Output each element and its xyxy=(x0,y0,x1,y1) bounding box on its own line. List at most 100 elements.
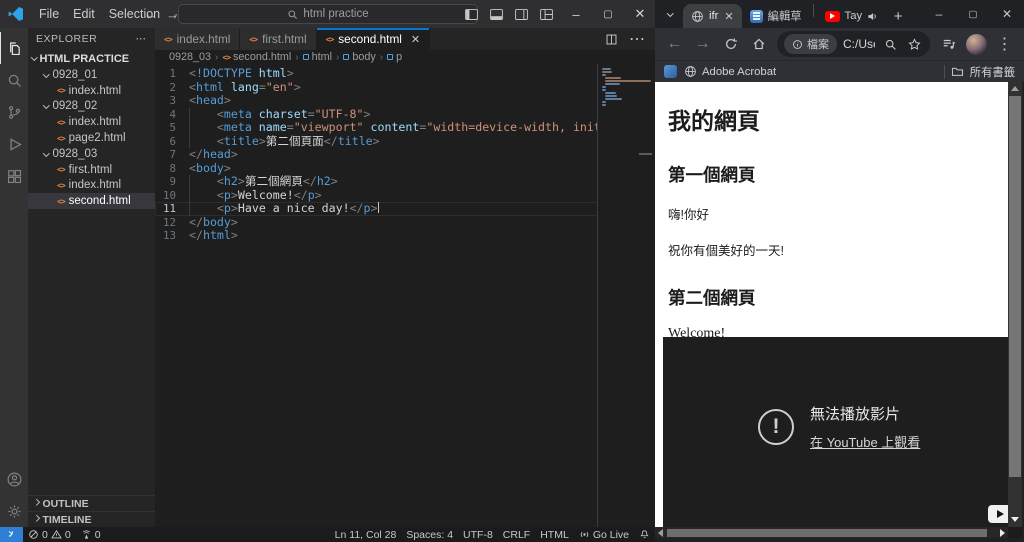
minimap[interactable] xyxy=(597,64,655,527)
explorer-item-index.html[interactable]: <> index.html xyxy=(28,178,155,194)
vscode-maximize-button[interactable]: ▢ xyxy=(593,0,623,28)
remote-indicator[interactable] xyxy=(0,527,23,542)
code-line-13[interactable]: 13 </html> xyxy=(155,228,655,243)
scroll-down-arrow[interactable] xyxy=(1011,517,1019,522)
code-line-8[interactable]: 8 <body> xyxy=(155,161,655,176)
horizontal-scrollbar-thumb[interactable] xyxy=(667,528,987,537)
explorer-item-index.html[interactable]: <> index.html xyxy=(28,83,155,99)
status-crlf[interactable]: CRLF xyxy=(498,527,535,542)
sidebar-section-outline[interactable]: OUTLINE xyxy=(28,495,155,511)
activity-source-control-icon[interactable] xyxy=(0,96,28,128)
explorer-item-second.html[interactable]: <> second.html xyxy=(28,193,155,210)
notifications-bell-icon[interactable] xyxy=(634,527,655,542)
explorer-item-first.html[interactable]: <> first.html xyxy=(28,162,155,178)
editor-tab-index.html[interactable]: <> index.html xyxy=(155,28,241,50)
code-line-7[interactable]: 7 </head> xyxy=(155,147,655,162)
browser-forward-button[interactable]: → xyxy=(690,32,715,57)
browser-tab-Tay[interactable]: Tay xyxy=(817,4,887,28)
explorer-item-page2.html[interactable]: <> page2.html xyxy=(28,130,155,146)
browser-maximize-button[interactable]: ▢ xyxy=(956,0,990,28)
toggle-sidebar-icon[interactable] xyxy=(459,0,484,28)
scroll-right-arrow[interactable] xyxy=(1000,529,1005,537)
menu-edit[interactable]: Edit xyxy=(66,7,102,21)
browser-minimize-button[interactable]: – xyxy=(922,0,956,28)
explorer-item-0928_02[interactable]: 0928_02 xyxy=(28,99,155,115)
code-line-4[interactable]: 4 <meta charset="UTF-8"> xyxy=(155,107,655,122)
code-line-5[interactable]: 5 <meta name="viewport" content="width=d… xyxy=(155,120,655,135)
browser-close-button[interactable]: ✕ xyxy=(990,0,1024,28)
command-center-search[interactable]: html practice xyxy=(178,4,478,24)
status-spaces[interactable]: Spaces: 4 xyxy=(401,527,458,542)
zoom-icon[interactable] xyxy=(881,35,899,53)
close-tab-icon[interactable]: ✕ xyxy=(411,33,420,46)
scroll-up-arrow[interactable] xyxy=(1011,86,1019,91)
history-back-button[interactable]: ← xyxy=(144,7,157,22)
breadcrumb-item[interactable]: body xyxy=(343,51,376,63)
watch-on-youtube-link[interactable]: 在 YouTube 上觀看 xyxy=(810,432,920,451)
editor-tab-second.html[interactable]: <> second.html ✕ xyxy=(316,28,431,50)
code-line-12[interactable]: 12 </body> xyxy=(155,215,655,230)
sidebar-section-timeline[interactable]: TIMELINE xyxy=(28,511,155,527)
breadcrumb-item[interactable]: <> second.html xyxy=(222,51,291,63)
menu-file[interactable]: File xyxy=(32,7,66,21)
vertical-scrollbar-thumb[interactable] xyxy=(1009,96,1021,477)
explorer-root-folder[interactable]: HTML PRACTICE xyxy=(28,50,155,67)
explorer-item-0928_01[interactable]: 0928_01 xyxy=(28,67,155,83)
browser-tab-編輯草[interactable]: 編輯草 xyxy=(742,4,810,28)
go-live-button[interactable]: Go Live xyxy=(574,527,634,542)
home-button[interactable] xyxy=(746,32,771,57)
vscode-minimize-button[interactable]: – xyxy=(561,0,591,28)
browser-menu-icon[interactable]: ⋮ xyxy=(992,32,1017,57)
address-bar[interactable]: 檔案 C:/Users/U... xyxy=(777,31,930,57)
explorer-item-index.html[interactable]: <> index.html xyxy=(28,114,155,130)
new-tab-button[interactable]: + xyxy=(886,4,910,28)
activity-run-debug-icon[interactable] xyxy=(0,128,28,160)
editor-tab-first.html[interactable]: <> first.html xyxy=(240,28,317,50)
activity-search-icon[interactable] xyxy=(0,64,28,96)
activity-files-icon[interactable] xyxy=(0,32,28,64)
activity-settings-icon[interactable] xyxy=(0,495,28,527)
scroll-left-arrow[interactable] xyxy=(658,529,663,537)
breadcrumb[interactable]: 0928_03 › <> second.html › html › body › p xyxy=(155,50,655,64)
bookmark-adobe-acrobat[interactable]: Adobe Acrobat xyxy=(684,65,776,78)
tab-search-chevron-icon[interactable] xyxy=(661,5,679,23)
code-line-10[interactable]: 10 <p>Welcome!</p> xyxy=(155,188,655,203)
status-ln[interactable]: Ln 11, Col 28 xyxy=(330,527,402,542)
folder-icon[interactable] xyxy=(951,65,964,78)
editor-more-actions-icon[interactable]: ⋯ xyxy=(629,29,645,49)
horizontal-scrollbar[interactable] xyxy=(655,527,1008,538)
all-bookmarks-label[interactable]: 所有書籤 xyxy=(970,64,1015,80)
activity-extensions-icon[interactable] xyxy=(0,160,28,192)
code-line-6[interactable]: 6 <title>第二個頁面</title> xyxy=(155,134,655,149)
explorer-more-actions-icon[interactable]: ⋯ xyxy=(136,33,148,45)
browser-back-button[interactable]: ← xyxy=(662,32,687,57)
problems-indicator[interactable]: 0 0 xyxy=(23,527,76,542)
bookmark-app-icon[interactable] xyxy=(664,65,677,78)
activity-account-icon[interactable] xyxy=(0,463,28,495)
profile-avatar[interactable] xyxy=(966,33,987,55)
breadcrumb-item[interactable]: p xyxy=(387,51,402,63)
code-line-9[interactable]: 9 <h2>第二個網頁</h2> xyxy=(155,174,655,189)
status-html[interactable]: HTML xyxy=(535,527,574,542)
status-utf-8[interactable]: UTF-8 xyxy=(458,527,498,542)
vertical-scrollbar[interactable] xyxy=(1008,82,1022,527)
code-line-1[interactable]: 1 <!DOCTYPE html> xyxy=(155,66,655,81)
url-text[interactable]: C:/Users/U... xyxy=(843,37,875,51)
toggle-secondary-sidebar-icon[interactable] xyxy=(509,0,534,28)
breadcrumb-item[interactable]: html xyxy=(302,51,332,63)
browser-tab-ifr[interactable]: ifr ✕ xyxy=(683,4,742,28)
customize-layout-icon[interactable] xyxy=(534,0,559,28)
breadcrumb-item[interactable]: 0928_03 xyxy=(169,51,211,63)
bookmark-star-icon[interactable] xyxy=(905,35,923,53)
code-editor[interactable]: 1 <!DOCTYPE html> 2 <html lang="en"> 3 <… xyxy=(155,64,655,527)
tab-audio-icon[interactable] xyxy=(867,11,878,22)
explorer-item-0928_03[interactable]: 0928_03 xyxy=(28,146,155,162)
url-scheme-chip[interactable]: 檔案 xyxy=(784,34,837,54)
reload-button[interactable] xyxy=(718,32,743,57)
ports-indicator[interactable]: 0 xyxy=(76,527,106,542)
code-line-11[interactable]: 11 <p>Have a nice day!</p> xyxy=(155,201,655,216)
close-tab-icon[interactable]: ✕ xyxy=(724,10,733,23)
media-controls-icon[interactable] xyxy=(936,32,961,57)
code-line-2[interactable]: 2 <html lang="en"> xyxy=(155,80,655,95)
code-line-3[interactable]: 3 <head> xyxy=(155,93,655,108)
